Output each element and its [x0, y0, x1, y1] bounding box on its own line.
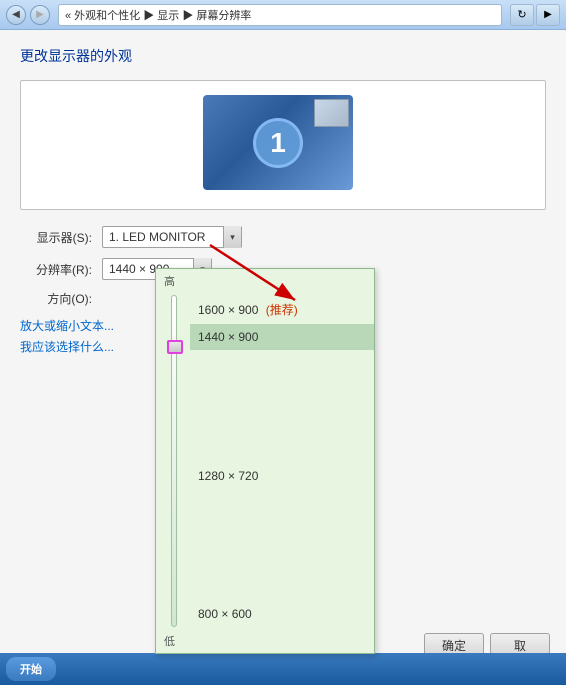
resolution-dropdown: 高 1600 × 900 (推荐) 1440 × 900	[155, 268, 375, 654]
recommended-label: (推荐)	[266, 303, 298, 317]
display-label: 显示器(S):	[20, 229, 92, 246]
forward-icon: ▶	[36, 9, 44, 20]
display-select-value: 1. LED MONITOR	[103, 230, 223, 244]
content-area: 更改显示器的外观 1 显示器(S): 1. LED MONITOR ▾ 分辨率(…	[0, 30, 566, 685]
dropdown-item-1440-label: 1440 × 900	[198, 330, 258, 344]
dropdown-item-1600[interactable]: 1600 × 900 (推荐)	[190, 295, 374, 324]
dropdown-item-800[interactable]: 800 × 600	[190, 601, 374, 627]
address-bar: « 外观和个性化 ▶ 显示 ▶ 屏幕分辨率	[58, 4, 502, 26]
refresh-icon: ↻	[517, 8, 526, 21]
dropdown-item-1280[interactable]: 1280 × 720	[190, 463, 374, 489]
display-select-arrow[interactable]: ▾	[223, 226, 241, 248]
title-bar: ◀ ▶ « 外观和个性化 ▶ 显示 ▶ 屏幕分辨率 ↻ ▶	[0, 0, 566, 30]
dropdown-spacer-1	[190, 350, 374, 463]
extra-button[interactable]: ▶	[536, 4, 560, 26]
dropdown-low-label: 低	[156, 631, 374, 653]
display-row: 显示器(S): 1. LED MONITOR ▾	[20, 226, 546, 248]
dropdown-items-list: 1600 × 900 (推荐) 1440 × 900 1280 × 720 80…	[190, 291, 374, 631]
dropdown-item-1600-label: 1600 × 900 (推荐)	[198, 301, 298, 318]
taskbar: 开始	[0, 653, 566, 685]
monitor-frame: 1	[203, 95, 353, 190]
monitor-number: 1	[253, 118, 303, 168]
back-button[interactable]: ◀	[6, 5, 26, 25]
orientation-label: 方向(O):	[20, 290, 92, 307]
address-path: « 外观和个性化 ▶ 显示 ▶ 屏幕分辨率	[65, 7, 251, 23]
monitor-preview-box: 1	[20, 80, 546, 210]
back-icon: ◀	[12, 9, 20, 20]
extra-icon: ▶	[544, 9, 552, 20]
slider-track[interactable]	[164, 295, 184, 627]
dropdown-spacer-2	[190, 489, 374, 602]
dropdown-item-1280-label: 1280 × 720	[198, 469, 258, 483]
refresh-button[interactable]: ↻	[510, 4, 534, 26]
display-select[interactable]: 1. LED MONITOR ▾	[102, 226, 242, 248]
dropdown-item-1440[interactable]: 1440 × 900	[190, 324, 374, 350]
forward-button[interactable]: ▶	[30, 5, 50, 25]
title-bar-actions: ↻ ▶	[510, 4, 560, 26]
dropdown-high-label: 高	[156, 269, 374, 291]
slider-thumb[interactable]	[167, 340, 183, 354]
page-title: 更改显示器的外观	[20, 46, 546, 66]
dropdown-slider-area: 1600 × 900 (推荐) 1440 × 900 1280 × 720 80…	[156, 291, 374, 631]
resolution-label: 分辨率(R):	[20, 261, 92, 278]
monitor-preview-image: 1	[203, 95, 363, 195]
dropdown-item-800-label: 800 × 600	[198, 607, 252, 621]
window: ◀ ▶ « 外观和个性化 ▶ 显示 ▶ 屏幕分辨率 ↻ ▶ 更改显示器的外观 1	[0, 0, 566, 685]
monitor-small-icon	[314, 99, 349, 127]
slider-track-bg	[171, 295, 177, 627]
start-button[interactable]: 开始	[6, 657, 56, 681]
